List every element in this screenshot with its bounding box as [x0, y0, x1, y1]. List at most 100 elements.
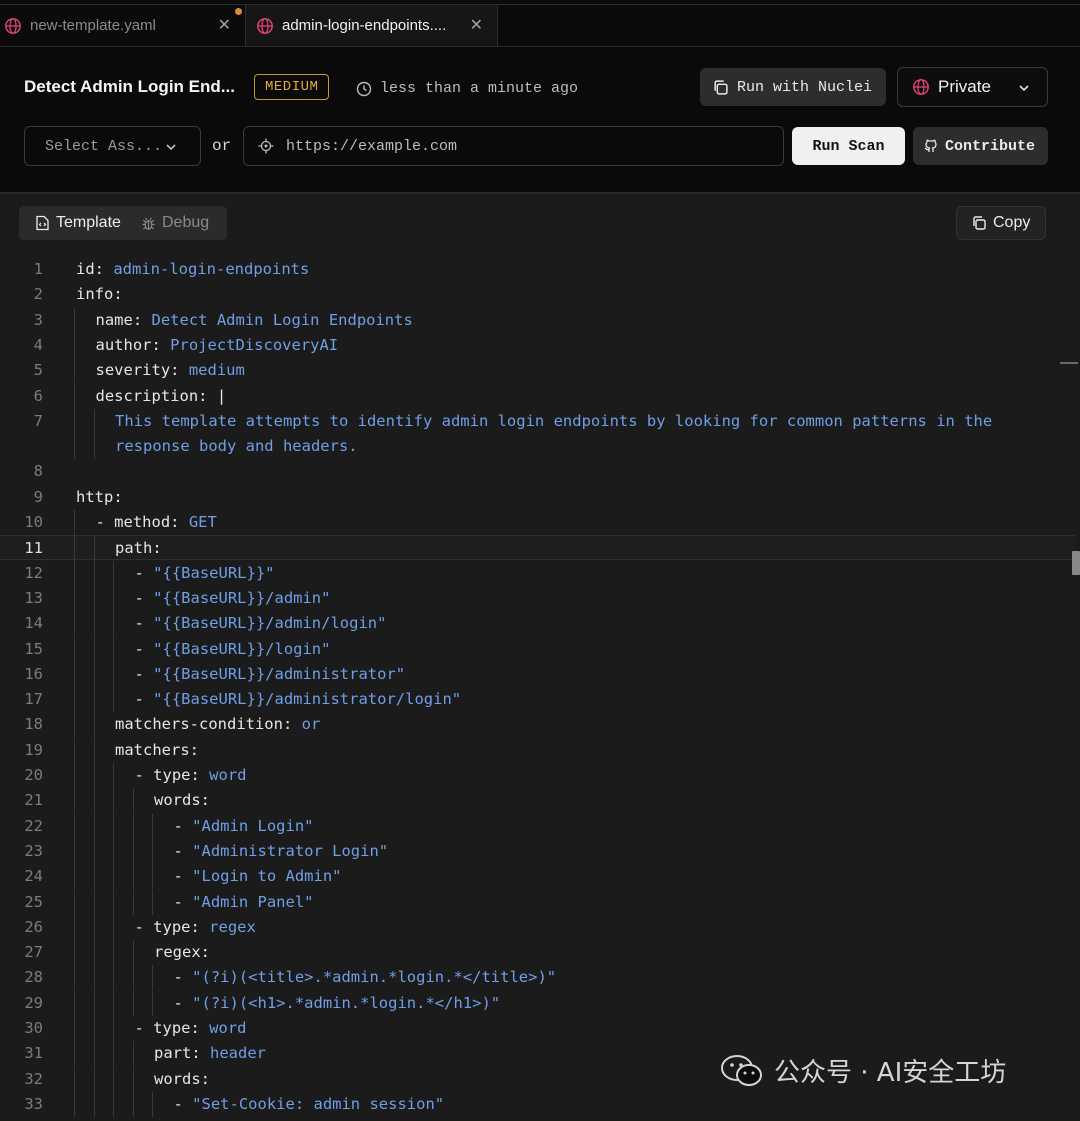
code-line[interactable]: 15 - "{{BaseURL}}/login" [0, 636, 1075, 662]
code-text: words: [154, 1067, 210, 1092]
yaml-value: "Admin Login" [192, 816, 314, 835]
close-icon[interactable]: ✕ [470, 15, 483, 35]
code-line[interactable]: 13 - "{{BaseURL}}/admin" [0, 585, 1075, 611]
scrollbar-thumb[interactable] [1072, 551, 1080, 575]
yaml-value: "Set-Cookie: admin session" [192, 1094, 445, 1113]
code-line[interactable]: 21 words: [0, 788, 1075, 814]
code-text: name: Detect Admin Login Endpoints [96, 308, 413, 333]
code-line[interactable]: 14 - "{{BaseURL}}/admin/login" [0, 611, 1075, 637]
yaml-key: - [134, 690, 154, 709]
line-number: 23 [24, 841, 43, 860]
github-icon [924, 139, 937, 152]
indent-guide [113, 965, 114, 991]
line-number: 2 [33, 285, 43, 304]
code-line[interactable]: 10 - method: GET [0, 510, 1075, 535]
yaml-key: - [134, 664, 154, 683]
code-line[interactable]: 25 - "Admin Panel" [0, 889, 1075, 915]
code-line[interactable]: 12 - "{{BaseURL}}" [0, 560, 1075, 586]
indent-guide [113, 1041, 114, 1067]
yaml-value: word [209, 766, 247, 784]
globe-icon [5, 17, 21, 34]
tab-debug[interactable]: Debug [141, 206, 209, 240]
asset-select[interactable]: Select Ass... [24, 126, 201, 166]
contribute-button[interactable]: Contribute [913, 127, 1048, 165]
watermark: 公众号 · AI安全工坊 [720, 1052, 1006, 1089]
indent-guide [152, 813, 153, 839]
tab-new-template[interactable]: new-template.yaml ✕ [0, 5, 246, 46]
indent-guide [74, 712, 75, 738]
copy-icon [714, 79, 728, 95]
yaml-key: - [134, 614, 154, 633]
code-line[interactable]: 8 [0, 459, 1075, 484]
code-line[interactable]: 30 - type: word [0, 1016, 1075, 1041]
code-line[interactable]: 4 author: ProjectDiscoveryAI [0, 332, 1075, 358]
target-url-input[interactable] [284, 136, 768, 156]
code-line[interactable]: 6 description: | [0, 383, 1075, 409]
code-line[interactable]: 24 - "Login to Admin" [0, 864, 1075, 890]
code-line[interactable]: 11 path: [0, 535, 1075, 562]
yaml-value: "{{BaseURL}}/administrator" [153, 664, 406, 683]
chevron-down-icon [1019, 85, 1029, 92]
yaml-value: "(?i)(<h1>.*admin.*login.*</h1>)" [192, 993, 501, 1012]
unsaved-dot [235, 8, 242, 15]
code-line[interactable]: 29 - "(?i)(<h1>.*admin.*login.*</h1>)" [0, 990, 1075, 1016]
yaml-value: header [210, 1044, 267, 1063]
code-line[interactable]: 16 - "{{BaseURL}}/administrator" [0, 661, 1075, 687]
code-line[interactable]: 28 - "(?i)(<title>.*admin.*login.*</title… [0, 965, 1075, 991]
indent-guide [133, 990, 134, 1016]
visibility-dropdown[interactable]: Private [897, 67, 1048, 107]
line-number: 31 [24, 1044, 43, 1063]
line-number: 16 [24, 664, 43, 683]
run-with-nuclei-label: Run with Nuclei [737, 78, 873, 96]
code-line[interactable]: 17 - "{{BaseURL}}/administrator/login" [0, 687, 1075, 713]
indent-guide [74, 1066, 75, 1092]
indent-guide [74, 408, 75, 434]
code-line[interactable]: response body and headers. [0, 434, 1075, 460]
code-line[interactable]: 22 - "Admin Login" [0, 813, 1075, 839]
copy-button[interactable]: Copy [956, 206, 1046, 240]
yaml-value: or [301, 715, 321, 734]
or-separator: or [212, 137, 232, 155]
line-number: 9 [33, 487, 43, 506]
code-line[interactable]: 5 severity: medium [0, 358, 1075, 384]
code-line[interactable]: 3 name: Detect Admin Login Endpoints [0, 307, 1075, 333]
code-line[interactable]: 18 matchers-condition: or [0, 712, 1075, 738]
code-line[interactable]: 1 id: admin-login-endpoints [0, 257, 1075, 282]
yaml-key: - method: [95, 513, 180, 531]
indent-guide [133, 889, 134, 915]
indent-guide [113, 838, 114, 864]
code-line[interactable]: 7 This template attempts to identify admi… [0, 408, 1075, 434]
close-icon[interactable]: ✕ [218, 15, 231, 35]
yaml-key: - [173, 892, 193, 911]
code-line[interactable]: 2 info: [0, 282, 1075, 307]
yaml-key: matchers-condition: [115, 715, 293, 734]
tab-admin-login-endpoints[interactable]: admin-login-endpoints.... ✕ [246, 5, 498, 46]
code-text: - "Admin Panel" [174, 890, 314, 915]
code-line[interactable]: 19 matchers: [0, 737, 1075, 763]
code-line[interactable]: 26 - type: regex [0, 914, 1075, 940]
indent-guide [133, 864, 134, 890]
indent-guide [94, 1041, 95, 1067]
run-scan-button[interactable]: Run Scan [792, 127, 905, 165]
code-text: - "Login to Admin" [174, 864, 342, 889]
target-url-field[interactable] [243, 126, 784, 166]
indent-guide [94, 965, 95, 991]
tab-template[interactable]: Template [35, 206, 121, 240]
code-text: description: | [96, 384, 227, 409]
code-line[interactable]: 9 http: [0, 485, 1075, 510]
code-line[interactable]: 23 - "Administrator Login" [0, 838, 1075, 864]
code-text: id: admin-login-endpoints [76, 257, 309, 282]
indent-guide [113, 585, 114, 611]
run-with-nuclei-button[interactable]: Run with Nuclei [700, 68, 886, 106]
indent-guide [94, 1091, 95, 1117]
code-line[interactable]: 33 - "Set-Cookie: admin session" [0, 1091, 1075, 1117]
code-line[interactable]: 20 - type: word [0, 763, 1075, 788]
indent-guide [74, 510, 75, 535]
code-text: words: [154, 788, 210, 813]
indent-guide [74, 788, 75, 814]
code-line[interactable]: 27 regex: [0, 940, 1075, 966]
line-number: 19 [24, 740, 43, 759]
indent-guide [94, 687, 95, 713]
indent-guide [113, 914, 114, 940]
indent-guide [94, 889, 95, 915]
